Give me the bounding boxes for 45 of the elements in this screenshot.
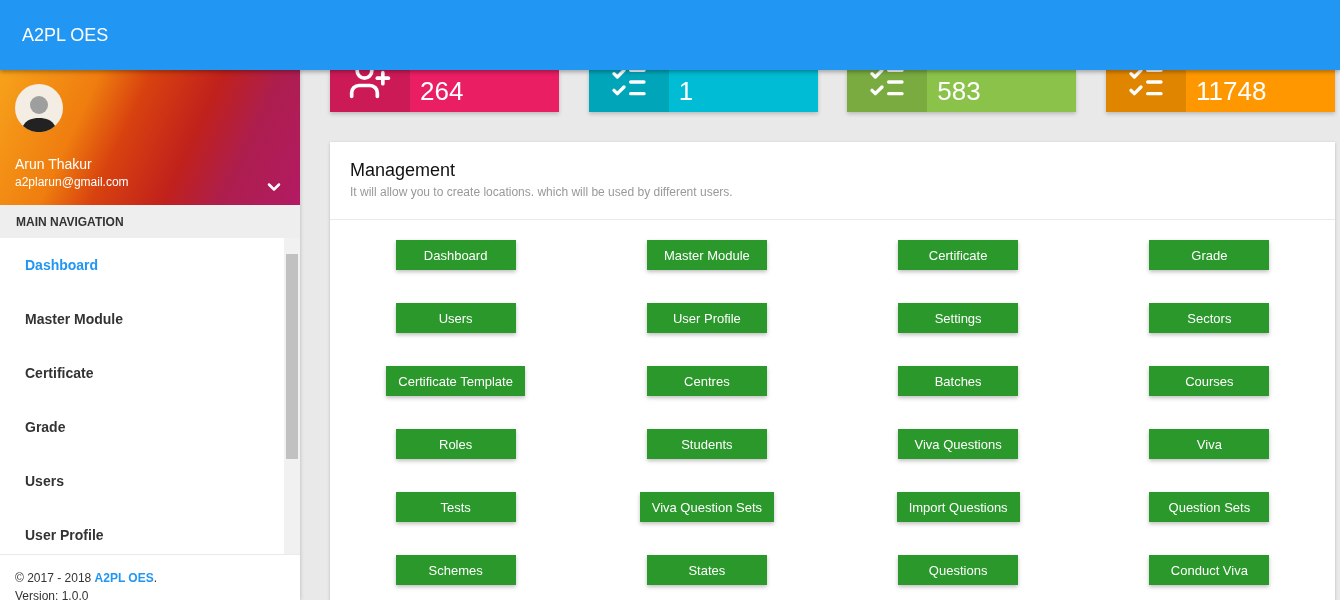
module-button[interactable]: Batches (898, 366, 1019, 396)
module-button[interactable]: Question Sets (1149, 492, 1270, 522)
nav-item[interactable]: Users (0, 454, 284, 508)
avatar-icon (15, 84, 63, 132)
scrollbar-thumb[interactable] (286, 254, 298, 459)
module-button[interactable]: Import Questions (896, 492, 1020, 522)
module-button[interactable]: Settings (898, 303, 1019, 333)
module-button[interactable]: Courses (1149, 366, 1270, 396)
module-button[interactable]: Dashboard (395, 240, 516, 270)
nav-item[interactable]: Master Module (0, 292, 284, 346)
version-text: Version: 1.0.0 (15, 589, 90, 600)
module-button[interactable]: Grade (1149, 240, 1270, 270)
card-subtitle: It will allow you to create locations. which will be used by different users. (350, 185, 734, 199)
brand-link[interactable]: A2PL OES (94, 571, 154, 585)
user-name: Arun Thakur (15, 156, 92, 172)
stat-value: 264 (419, 74, 464, 108)
module-button[interactable]: Schemes (395, 555, 516, 585)
user-email: a2plarun@gmail.com (15, 175, 129, 189)
module-button[interactable]: Viva Questions (898, 429, 1019, 459)
module-button[interactable]: Roles (395, 429, 516, 459)
module-button[interactable]: Certificate (898, 240, 1019, 270)
module-button[interactable]: User Profile (646, 303, 767, 333)
module-button[interactable]: States (646, 555, 767, 585)
nav-item[interactable]: User Profile (0, 508, 284, 562)
copyright-text: © 2017 - 2018 A2PL OES. (15, 571, 159, 585)
module-button[interactable]: Certificate Template (386, 366, 525, 396)
module-button[interactable]: Students (646, 429, 767, 459)
nav-heading: MAIN NAVIGATION (0, 205, 300, 238)
module-button[interactable]: Users (395, 303, 516, 333)
nav-item[interactable]: Dashboard (0, 238, 284, 292)
card-title: Management (350, 160, 457, 181)
module-button[interactable]: Master Module (646, 240, 767, 270)
module-button[interactable]: Sectors (1149, 303, 1270, 333)
nav-item[interactable]: Grade (0, 400, 284, 454)
module-button[interactable]: Tests (395, 492, 516, 522)
stat-value: 11748 (1194, 74, 1267, 108)
module-button[interactable]: Conduct Viva (1149, 555, 1270, 585)
app-title: A2PL OES (22, 24, 109, 46)
nav-item[interactable]: Certificate (0, 346, 284, 400)
module-button[interactable]: Viva (1149, 429, 1270, 459)
module-button[interactable]: Viva Question Sets (639, 492, 775, 522)
stat-value: 583 (936, 74, 981, 108)
stat-value: 1 (677, 74, 694, 108)
module-button[interactable]: Questions (898, 555, 1019, 585)
module-button[interactable]: Centres (646, 366, 767, 396)
